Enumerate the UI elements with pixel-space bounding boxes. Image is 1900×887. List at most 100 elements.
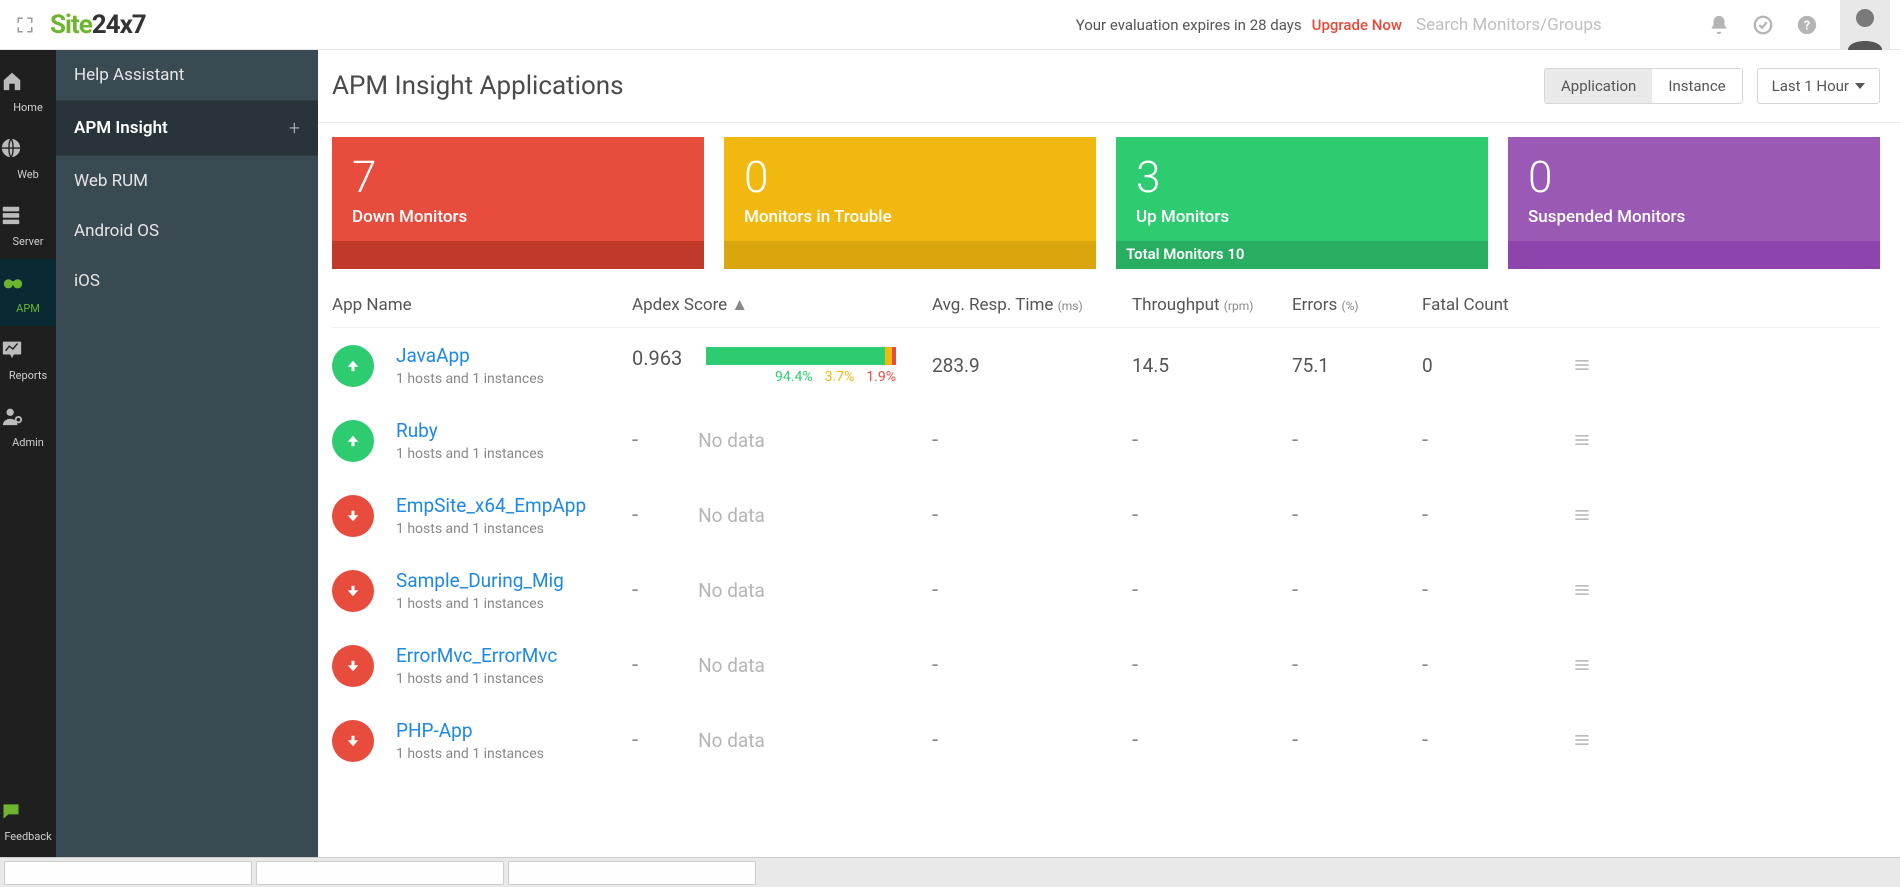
timerange-dropdown[interactable]: Last 1 Hour	[1757, 68, 1880, 104]
cell-fatal: -	[1422, 578, 1572, 603]
cell-apdex: -No data	[632, 428, 932, 453]
app-name-link[interactable]: EmpSite_x64_EmpApp	[396, 494, 586, 517]
avatar[interactable]	[1840, 0, 1890, 50]
bell-icon[interactable]	[1702, 8, 1736, 42]
rail-label: APM	[16, 302, 40, 315]
cell-errors: -	[1292, 728, 1422, 753]
server-icon	[0, 204, 56, 226]
cell-apdex: -No data	[632, 578, 932, 603]
sidebar-item-label: iOS	[74, 271, 100, 291]
page-header: APM Insight Applications Application Ins…	[318, 50, 1900, 123]
rail-label: Home	[13, 101, 43, 114]
table-header: App Name Apdex Score▲ Avg. Resp. Time (m…	[332, 285, 1880, 328]
row-menu-icon[interactable]	[1572, 730, 1594, 752]
cell-fatal: -	[1422, 728, 1572, 753]
card-number: 0	[724, 137, 1096, 203]
page-title: APM Insight Applications	[332, 71, 624, 101]
cell-throughput: -	[1132, 728, 1292, 753]
help-icon[interactable]: ?	[1790, 8, 1824, 42]
card-up[interactable]: 3Up Monitors Total Monitors 10	[1116, 137, 1488, 269]
app-meta: 1 hosts and 1 instances	[396, 746, 544, 762]
table-row: Sample_During_Mig 1 hosts and 1 instance…	[332, 553, 1880, 628]
chevron-down-icon	[1855, 83, 1865, 89]
card-number: 0	[1508, 137, 1880, 203]
cell-throughput: -	[1132, 428, 1292, 453]
rail-admin[interactable]: Admin	[0, 393, 56, 460]
sidebar-item-label: Android OS	[74, 221, 159, 241]
cell-throughput: 14.5	[1132, 354, 1292, 377]
card-suspended[interactable]: 0Suspended Monitors	[1508, 137, 1880, 269]
rail-reports[interactable]: Reports	[0, 326, 56, 393]
th-tp[interactable]: Throughput (rpm)	[1132, 295, 1292, 315]
seg-application-button[interactable]: Application	[1545, 69, 1652, 103]
taskbar-button[interactable]	[4, 861, 252, 885]
status-down-icon	[332, 495, 374, 537]
logo[interactable]: Site24x7	[50, 10, 146, 40]
cell-fatal: -	[1422, 503, 1572, 528]
card-label: Monitors in Trouble	[724, 203, 1096, 241]
row-menu-icon[interactable]	[1572, 655, 1594, 677]
row-menu-icon[interactable]	[1572, 355, 1594, 377]
cell-resptime: -	[932, 653, 1132, 678]
cell-throughput: -	[1132, 503, 1292, 528]
card-number: 3	[1116, 137, 1488, 203]
sidebar-item-help[interactable]: Help Assistant	[56, 50, 318, 100]
app-name-link[interactable]: PHP-App	[396, 719, 544, 742]
status-cards: 7Down Monitors 0Monitors in Trouble 3Up …	[318, 123, 1900, 279]
table-row: ErrorMvc_ErrorMvc 1 hosts and 1 instance…	[332, 628, 1880, 703]
th-app[interactable]: App Name	[332, 295, 632, 315]
taskbar-button[interactable]	[508, 861, 756, 885]
rail-home[interactable]: Home	[0, 58, 56, 125]
app-meta: 1 hosts and 1 instances	[396, 596, 564, 612]
card-trouble[interactable]: 0Monitors in Trouble	[724, 137, 1096, 269]
cell-errors: 75.1	[1292, 354, 1422, 377]
search-input[interactable]	[1412, 9, 1692, 40]
sidebar-item-ios[interactable]: iOS	[56, 256, 318, 306]
row-menu-icon[interactable]	[1572, 580, 1594, 602]
app-name-link[interactable]: JavaApp	[396, 344, 544, 367]
plus-icon[interactable]: +	[289, 116, 300, 140]
upgrade-link[interactable]: Upgrade Now	[1312, 16, 1402, 34]
card-down[interactable]: 7Down Monitors	[332, 137, 704, 269]
main-content: APM Insight Applications Application Ins…	[318, 50, 1900, 887]
taskbar-button[interactable]	[256, 861, 504, 885]
cell-fatal: -	[1422, 653, 1572, 678]
rail-feedback[interactable]: Feedback	[0, 789, 56, 854]
rail-server[interactable]: Server	[0, 192, 56, 259]
rail-web[interactable]: Web	[0, 125, 56, 192]
table-row: Ruby 1 hosts and 1 instances -No data - …	[332, 403, 1880, 478]
rail-apm[interactable]: APM	[0, 259, 56, 326]
cell-resptime: -	[932, 428, 1132, 453]
rail-label: Feedback	[4, 830, 51, 843]
rail-label: Server	[12, 235, 43, 248]
app-name-link[interactable]: Ruby	[396, 419, 544, 442]
sidebar-item-web-rum[interactable]: Web RUM	[56, 155, 318, 206]
status-down-icon	[332, 645, 374, 687]
row-menu-icon[interactable]	[1572, 505, 1594, 527]
th-apdex[interactable]: Apdex Score▲	[632, 295, 932, 315]
status-down-icon	[332, 720, 374, 762]
status-down-icon	[332, 570, 374, 612]
row-menu-icon[interactable]	[1572, 430, 1594, 452]
app-table: App Name Apdex Score▲ Avg. Resp. Time (m…	[318, 279, 1900, 778]
app-name-link[interactable]: ErrorMvc_ErrorMvc	[396, 644, 557, 667]
sidebar-item-label: Web RUM	[74, 171, 148, 191]
seg-instance-button[interactable]: Instance	[1652, 69, 1741, 103]
card-label: Up Monitors	[1116, 203, 1488, 241]
th-fc[interactable]: Fatal Count	[1422, 295, 1572, 315]
th-rt[interactable]: Avg. Resp. Time (ms)	[932, 295, 1132, 315]
timerange-label: Last 1 Hour	[1772, 77, 1849, 95]
sidebar-item-label: Help Assistant	[74, 65, 184, 85]
th-err[interactable]: Errors (%)	[1292, 295, 1422, 315]
app-meta: 1 hosts and 1 instances	[396, 671, 557, 687]
fullscreen-icon[interactable]	[10, 10, 40, 40]
sidebar-item-apm-insight[interactable]: APM Insight +	[56, 100, 318, 155]
check-circle-icon[interactable]	[1746, 8, 1780, 42]
card-number: 7	[332, 137, 704, 203]
sidebar-item-android[interactable]: Android OS	[56, 206, 318, 256]
view-segment: Application Instance	[1544, 68, 1743, 104]
cell-apdex: 0.963 94.4%3.7%1.9%	[632, 346, 932, 386]
rail-label: Web	[17, 168, 39, 181]
app-name-link[interactable]: Sample_During_Mig	[396, 569, 564, 592]
cell-apdex: -No data	[632, 653, 932, 678]
